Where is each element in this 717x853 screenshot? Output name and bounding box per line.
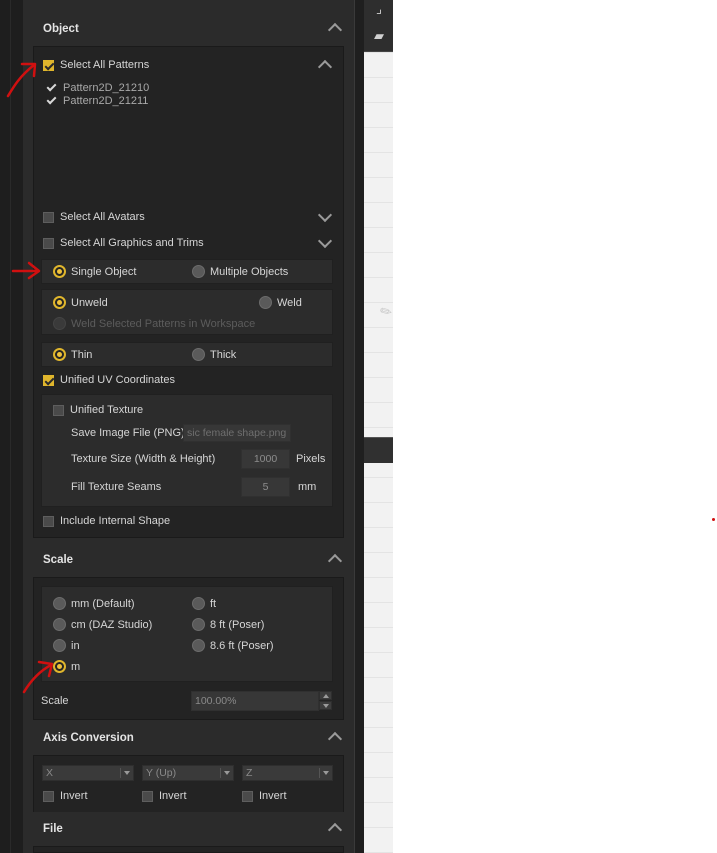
weld-radio[interactable] — [259, 296, 272, 309]
collapse-icon[interactable] — [328, 23, 342, 33]
include-internal-label: Include Internal Shape — [60, 515, 171, 527]
dropdown-arrow-icon — [124, 771, 130, 775]
collapse-icon[interactable] — [328, 823, 342, 833]
axis-x-select[interactable]: X — [42, 765, 134, 781]
pattern-list-item[interactable]: Pattern2D_21210 — [63, 82, 149, 94]
invert-x-checkbox[interactable] — [43, 791, 54, 802]
scale-cm-label: cm (DAZ Studio) — [71, 619, 153, 631]
invert-y-label: Invert — [159, 790, 187, 802]
scale-decrement-button[interactable] — [319, 701, 332, 710]
fill-seams-field[interactable]: 5 — [241, 477, 290, 497]
transform-icon[interactable]: ⌟ — [370, 1, 388, 17]
thick-label: Thick — [210, 349, 237, 361]
patterns-collapse-icon[interactable] — [318, 60, 332, 70]
unified-uv-label: Unified UV Coordinates — [60, 374, 175, 386]
scale-8ft-radio[interactable] — [192, 618, 205, 631]
axis-section-title: Axis Conversion — [43, 732, 134, 744]
avatars-expand-icon[interactable] — [318, 213, 332, 223]
red-dot-marker — [712, 518, 715, 521]
invert-z-checkbox[interactable] — [242, 791, 253, 802]
unified-texture-checkbox[interactable] — [53, 405, 64, 416]
scale-value-field[interactable]: 100.00% — [191, 691, 319, 711]
panel-scroll-edge[interactable] — [354, 0, 364, 853]
invert-x-label: Invert — [60, 790, 88, 802]
scale-86ft-label: 8.6 ft (Poser) — [210, 640, 274, 652]
scale-8ft-label: 8 ft (Poser) — [210, 619, 265, 631]
scale-m-label: m — [71, 661, 81, 673]
unified-uv-checkbox[interactable] — [43, 375, 54, 386]
axis-z-value: Z — [246, 767, 253, 779]
fill-seams-label: Fill Texture Seams — [71, 481, 162, 493]
file-section-title: File — [43, 823, 63, 835]
select-all-avatars-checkbox[interactable] — [43, 212, 54, 223]
fill-seams-unit: mm — [298, 481, 317, 493]
thin-radio[interactable] — [53, 348, 66, 361]
select-all-graphics-label: Select All Graphics and Trims — [60, 237, 204, 249]
iron-icon[interactable]: ▰ — [370, 28, 388, 44]
axis-x-value: X — [46, 767, 54, 779]
collapse-icon[interactable] — [328, 554, 342, 564]
scale-section-title: Scale — [43, 554, 74, 566]
pattern-checkmark-icon[interactable] — [46, 83, 56, 93]
scale-ft-radio[interactable] — [192, 597, 205, 610]
unweld-radio[interactable] — [53, 296, 66, 309]
select-all-avatars-label: Select All Avatars — [60, 211, 145, 223]
scale-value-label: Scale — [41, 695, 69, 707]
scale-cm-radio[interactable] — [53, 618, 66, 631]
left-edge-strip — [0, 0, 24, 853]
multiple-objects-label: Multiple Objects — [210, 266, 289, 278]
select-all-patterns-checkbox[interactable] — [43, 60, 54, 71]
axis-z-select[interactable]: Z — [242, 765, 333, 781]
viewport-area[interactable]: ⌟ ▰ ✎ — [364, 0, 393, 853]
select-all-graphics-checkbox[interactable] — [43, 238, 54, 249]
invert-z-label: Invert — [259, 790, 287, 802]
texture-size-label: Texture Size (Width & Height) — [71, 453, 216, 465]
unified-texture-label: Unified Texture — [70, 404, 144, 416]
weld-selected-label: Weld Selected Patterns in Workspace — [71, 318, 256, 330]
scale-mm-radio[interactable] — [53, 597, 66, 610]
single-object-radio[interactable] — [53, 265, 66, 278]
scale-ft-label: ft — [210, 598, 217, 610]
multiple-objects-radio[interactable] — [192, 265, 205, 278]
axis-y-value: Y (Up) — [146, 767, 177, 779]
scale-in-radio[interactable] — [53, 639, 66, 652]
file-section-header[interactable]: File — [33, 812, 344, 846]
thick-radio[interactable] — [192, 348, 205, 361]
scale-increment-button[interactable] — [319, 691, 332, 700]
texture-size-field[interactable]: 1000 — [241, 449, 290, 469]
scale-section-header[interactable]: Scale — [33, 543, 344, 577]
graphics-expand-icon[interactable] — [318, 239, 332, 249]
select-all-patterns-label: Select All Patterns — [60, 59, 150, 71]
pattern-list-item[interactable]: Pattern2D_21211 — [63, 95, 148, 107]
weld-selected-radio — [53, 317, 66, 330]
pattern-checkmark-icon[interactable] — [46, 96, 56, 106]
single-object-label: Single Object — [71, 266, 137, 278]
save-image-field[interactable]: sic female shape.png — [183, 424, 291, 442]
file-section-body — [33, 846, 344, 853]
axis-y-select[interactable]: Y (Up) — [142, 765, 234, 781]
scale-in-label: in — [71, 640, 80, 652]
viewport-bottom-bar — [364, 437, 393, 463]
unweld-label: Unweld — [71, 297, 108, 309]
save-image-label: Save Image File (PNG) — [71, 427, 185, 439]
axis-section-body — [33, 755, 344, 813]
thin-label: Thin — [71, 349, 93, 361]
include-internal-checkbox[interactable] — [43, 516, 54, 527]
object-section-title: Object — [43, 23, 79, 35]
viewport-toolbar: ⌟ ▰ — [364, 0, 393, 52]
scale-m-radio[interactable] — [53, 660, 66, 673]
weld-label: Weld — [277, 297, 302, 309]
scale-86ft-radio[interactable] — [192, 639, 205, 652]
collapse-icon[interactable] — [328, 732, 342, 742]
dropdown-arrow-icon — [224, 771, 230, 775]
scale-mm-label: mm (Default) — [71, 598, 135, 610]
axis-section-header[interactable]: Axis Conversion — [33, 721, 344, 755]
object-section-header[interactable]: Object — [33, 12, 344, 46]
invert-y-checkbox[interactable] — [142, 791, 153, 802]
texture-size-unit: Pixels — [296, 453, 326, 465]
dropdown-arrow-icon — [323, 771, 329, 775]
